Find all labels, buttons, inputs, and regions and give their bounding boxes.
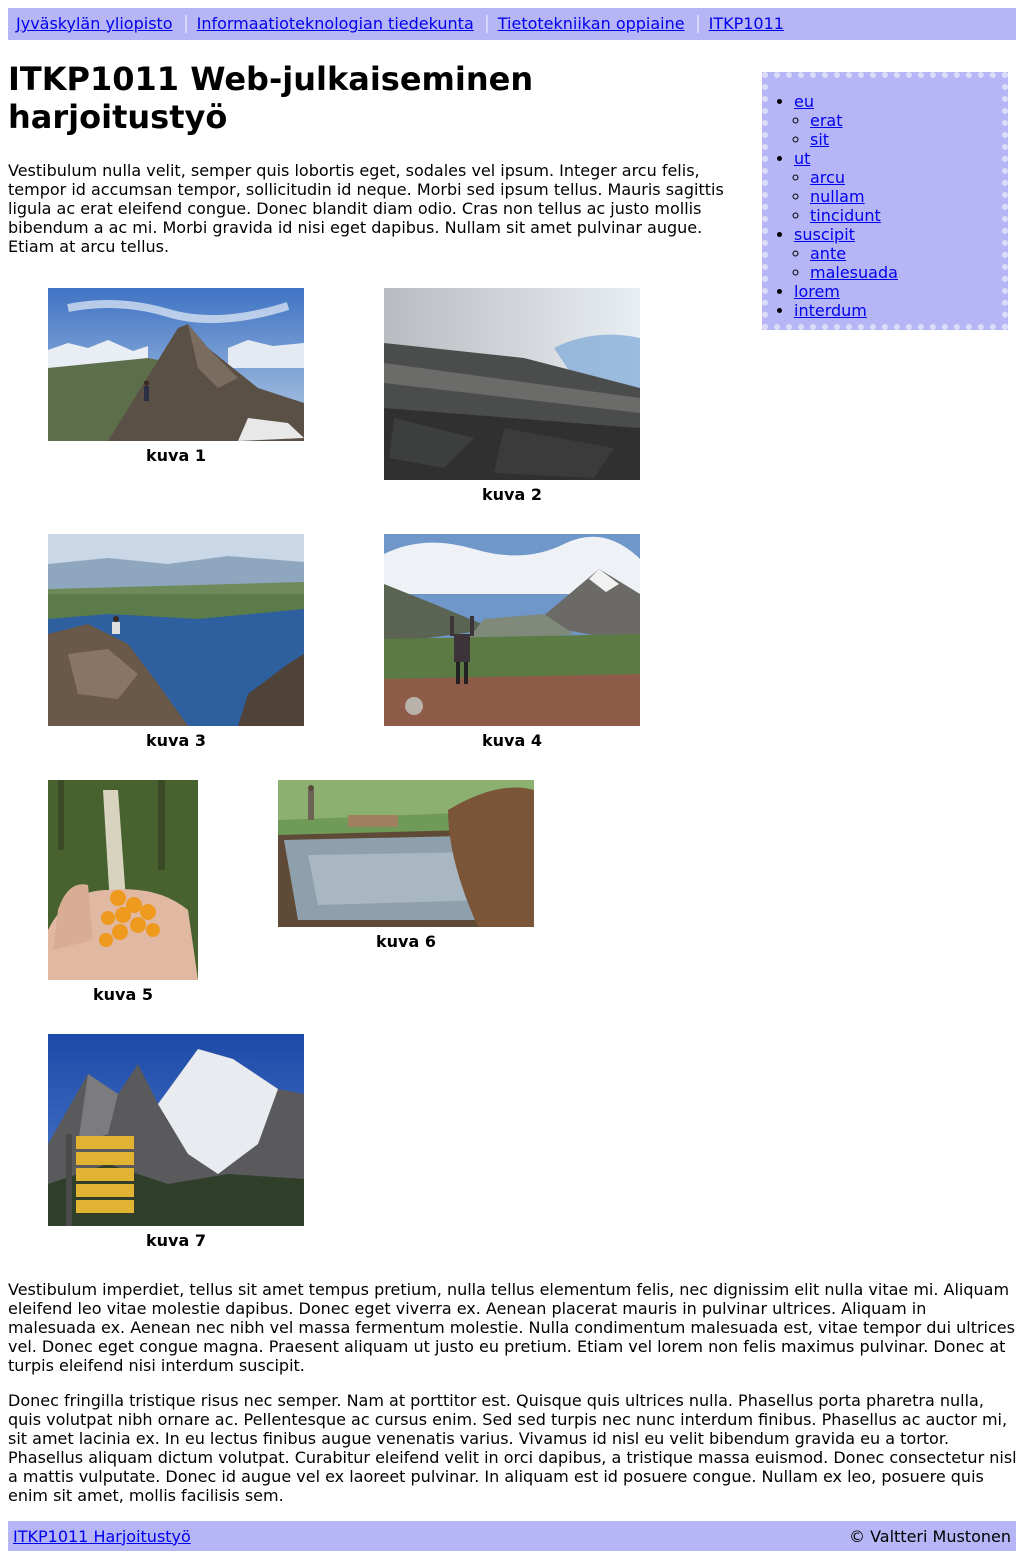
side-nav-list: eu erat sit ut arcu nullam tincidunt sus… xyxy=(768,78,1002,320)
figure-caption: kuva 7 xyxy=(146,1231,206,1250)
side-nav-link-ante[interactable]: ante xyxy=(810,244,846,263)
side-nav-link-lorem[interactable]: lorem xyxy=(794,282,840,301)
body-paragraph-2: Donec fringilla tristique risus nec semp… xyxy=(8,1391,1017,1505)
breadcrumb-link-course[interactable]: ITKP1011 xyxy=(709,15,784,33)
side-nav-link-arcu[interactable]: arcu xyxy=(810,168,845,187)
side-nav-subitem: tincidunt xyxy=(810,206,1002,225)
footer-link[interactable]: ITKP1011 Harjoitustyö xyxy=(13,1527,191,1546)
breadcrumb-link-faculty[interactable]: Informaatioteknologian tiedekunta xyxy=(197,15,474,33)
side-nav-item: interdum xyxy=(794,301,1002,320)
side-nav-link-malesuada[interactable]: malesuada xyxy=(810,263,898,282)
side-nav-link-nullam[interactable]: nullam xyxy=(810,187,865,206)
side-nav-item: suscipit ante malesuada xyxy=(794,225,1002,282)
figure-7: kuva 7 xyxy=(48,1034,304,1250)
photo-mountain-ridge xyxy=(48,288,304,441)
intro-paragraph: Vestibulum nulla velit, semper quis lobo… xyxy=(8,161,724,256)
photo-valley-arms-raised xyxy=(384,534,640,726)
figure-2: kuva 2 xyxy=(384,288,640,504)
photo-snowy-peak xyxy=(48,1034,304,1226)
photo-cloudberries xyxy=(48,780,198,980)
side-nav-subitem: sit xyxy=(810,130,1002,149)
photo-water-trough xyxy=(278,780,534,927)
body-paragraph-1: Vestibulum imperdiet, tellus sit amet te… xyxy=(8,1280,1015,1375)
photo-lake-view xyxy=(48,534,304,726)
side-nav-sublist: erat sit xyxy=(794,111,1002,149)
side-nav-item: eu erat sit xyxy=(794,92,1002,149)
side-nav-subitem: arcu xyxy=(810,168,1002,187)
footer-copyright: © Valtteri Mustonen xyxy=(848,1526,1011,1546)
breadcrumb-link-subject[interactable]: Tietotekniikan oppiaine xyxy=(498,15,685,33)
figure-caption: kuva 6 xyxy=(376,932,436,951)
side-nav-link-ut[interactable]: ut xyxy=(794,149,810,168)
side-nav-link-interdum[interactable]: interdum xyxy=(794,301,867,320)
figure-6: kuva 6 xyxy=(278,780,534,951)
side-nav-sublist: ante malesuada xyxy=(794,244,1002,282)
side-nav-subitem: nullam xyxy=(810,187,1002,206)
breadcrumb: Jyväskylän yliopisto Informaatioteknolog… xyxy=(8,8,1016,40)
figure-4: kuva 4 xyxy=(384,534,640,750)
page-title: ITKP1011 Web-julkaiseminen harjoitustyö xyxy=(8,60,534,136)
side-nav-sublist: arcu nullam tincidunt xyxy=(794,168,1002,225)
side-navigation: eu erat sit ut arcu nullam tincidunt sus… xyxy=(762,72,1008,330)
side-nav-subitem: malesuada xyxy=(810,263,1002,282)
side-nav-subitem: ante xyxy=(810,244,1002,263)
breadcrumb-separator xyxy=(485,15,488,33)
side-nav-item: lorem xyxy=(794,282,1002,301)
footer: ITKP1011 Harjoitustyö © Valtteri Mustone… xyxy=(8,1521,1016,1551)
side-nav-link-sit[interactable]: sit xyxy=(810,130,829,149)
figure-caption: kuva 2 xyxy=(482,485,542,504)
side-nav-link-suscipit[interactable]: suscipit xyxy=(794,225,855,244)
side-nav-subitem: erat xyxy=(810,111,1002,130)
side-nav-item: ut arcu nullam tincidunt xyxy=(794,149,1002,225)
figure-1: kuva 1 xyxy=(48,288,304,465)
side-nav-link-erat[interactable]: erat xyxy=(810,111,843,130)
side-nav-link-tincidunt[interactable]: tincidunt xyxy=(810,206,881,225)
figure-caption: kuva 1 xyxy=(146,446,206,465)
figure-3: kuva 3 xyxy=(48,534,304,750)
figure-caption: kuva 4 xyxy=(482,731,542,750)
photo-foggy-rock-slope xyxy=(384,288,640,480)
breadcrumb-separator xyxy=(184,15,187,33)
breadcrumb-separator xyxy=(696,15,699,33)
side-nav-link-eu[interactable]: eu xyxy=(794,92,814,111)
figure-caption: kuva 3 xyxy=(146,731,206,750)
figure-caption: kuva 5 xyxy=(93,985,153,1004)
figure-5: kuva 5 xyxy=(48,780,198,1004)
breadcrumb-link-university[interactable]: Jyväskylän yliopisto xyxy=(16,15,173,33)
